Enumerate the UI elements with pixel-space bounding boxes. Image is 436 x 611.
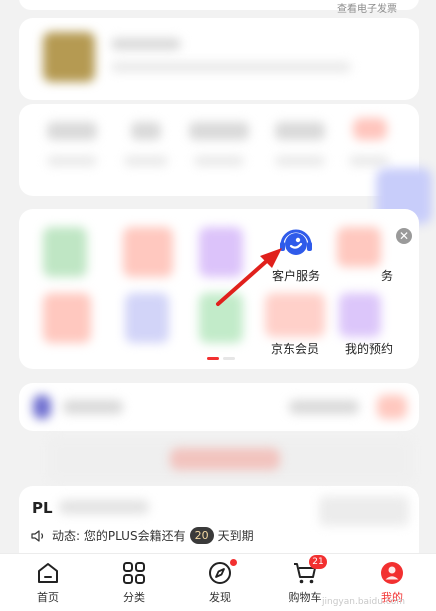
tab-discover[interactable]: 发现 (190, 554, 250, 611)
service-tile-2[interactable] (123, 227, 173, 277)
home-icon (38, 563, 58, 583)
compass-icon (209, 562, 231, 584)
service-tile-10[interactable] (339, 293, 381, 337)
recommend-card (19, 18, 419, 100)
tools-title-placeholder (63, 400, 123, 414)
plus-notice: 动态: 您的PLUS会籍还有 20 天到期 (31, 527, 254, 544)
asset-value-4[interactable] (275, 122, 325, 140)
annotation-arrow-icon (216, 248, 282, 306)
watermark-text: jingyan.baidu.com (322, 597, 406, 607)
service-tile-6[interactable] (43, 293, 91, 343)
service-tile-5[interactable] (337, 227, 381, 267)
tools-action-placeholder[interactable] (289, 400, 359, 414)
tab-home-label: 首页 (37, 591, 59, 604)
plus-title: PL (32, 499, 53, 517)
asset-icon[interactable] (353, 118, 387, 140)
asset-value-2[interactable] (131, 122, 161, 140)
tools-icon[interactable] (33, 395, 51, 419)
invoice-link[interactable]: 查看电子发票 (337, 0, 397, 15)
service-tile-1[interactable] (43, 227, 87, 277)
plus-notice-prefix: 动态: 您的PLUS会籍还有 (52, 529, 186, 543)
plus-notice-suffix: 天到期 (217, 529, 254, 543)
asset-label-1 (47, 156, 97, 166)
service-label-partial: 务 (381, 269, 394, 283)
tab-discover-label: 发现 (209, 591, 231, 604)
product-subtitle-placeholder (111, 62, 351, 72)
grid-icon (123, 562, 145, 584)
reservation-label[interactable]: 我的预约 (345, 340, 393, 357)
asset-label-5 (349, 156, 389, 166)
page-dot-active (207, 357, 219, 360)
page-indicator (207, 357, 235, 360)
plus-title-placeholder (59, 500, 149, 514)
asset-label-4 (275, 156, 325, 166)
tab-home[interactable]: 首页 (18, 554, 78, 611)
asset-label-3 (194, 156, 244, 166)
asset-value-3[interactable] (189, 122, 249, 140)
plus-days-badge: 20 (189, 527, 214, 544)
page-dot (223, 357, 235, 360)
vip-label[interactable]: 京东会员 (271, 340, 319, 357)
orders-card: 查看电子发票 (19, 0, 419, 15)
speaker-icon (31, 529, 44, 542)
avatar-icon (381, 562, 403, 584)
asset-value-1[interactable] (47, 122, 97, 140)
close-icon[interactable]: ✕ (396, 228, 412, 244)
asset-label-2 (124, 156, 168, 166)
assets-card (19, 104, 419, 196)
product-title-placeholder (111, 38, 181, 50)
discover-notification-dot (230, 559, 237, 566)
product-thumbnail[interactable] (43, 32, 95, 82)
tools-action-icon[interactable] (377, 395, 407, 419)
tab-category-label: 分类 (123, 591, 145, 604)
plus-right-placeholder (319, 496, 409, 526)
cart-count-badge: 21 (309, 555, 327, 569)
tools-card (19, 383, 419, 431)
tab-category[interactable]: 分类 (104, 554, 164, 611)
service-tile-7[interactable] (125, 293, 169, 343)
feed-banner-image[interactable] (170, 448, 280, 470)
